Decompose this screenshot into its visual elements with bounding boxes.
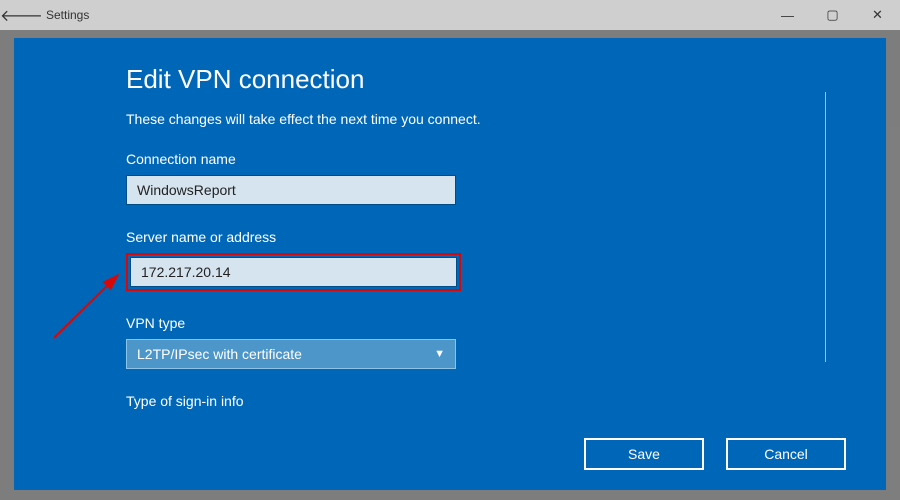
server-address-highlight [126, 253, 461, 291]
modal-subtitle: These changes will take effect the next … [126, 111, 886, 127]
server-address-label: Server name or address [126, 229, 886, 245]
modal-title: Edit VPN connection [126, 64, 886, 95]
chevron-down-icon: ▼ [434, 348, 445, 360]
save-button[interactable]: Save [584, 438, 704, 470]
back-button[interactable]: 🡐 [0, 5, 40, 26]
vpn-type-group: VPN type L2TP/IPsec with certificate ▼ [126, 315, 886, 369]
connection-name-input[interactable] [126, 175, 456, 205]
server-address-input[interactable] [130, 257, 457, 287]
minimize-button[interactable]: — [765, 0, 810, 30]
signin-type-label: Type of sign-in info [126, 393, 886, 409]
window-controls: — ▢ ✕ [765, 0, 900, 30]
scroll-indicator[interactable] [825, 92, 826, 362]
vpn-type-dropdown[interactable]: L2TP/IPsec with certificate ▼ [126, 339, 456, 369]
cancel-button[interactable]: Cancel [726, 438, 846, 470]
title-bar: 🡐 Settings — ▢ ✕ [0, 0, 900, 30]
close-button[interactable]: ✕ [855, 0, 900, 30]
connection-name-label: Connection name [126, 151, 886, 167]
vpn-type-label: VPN type [126, 315, 886, 331]
maximize-button[interactable]: ▢ [810, 0, 855, 30]
connection-name-group: Connection name [126, 151, 886, 205]
server-address-group: Server name or address [126, 229, 886, 291]
page-body: Edit VPN connection These changes will t… [0, 30, 900, 500]
edit-vpn-modal: Edit VPN connection These changes will t… [14, 38, 886, 490]
signin-type-group: Type of sign-in info [126, 393, 886, 409]
modal-footer: Save Cancel [584, 438, 846, 470]
window-title: Settings [46, 8, 89, 22]
vpn-type-value: L2TP/IPsec with certificate [137, 346, 302, 362]
